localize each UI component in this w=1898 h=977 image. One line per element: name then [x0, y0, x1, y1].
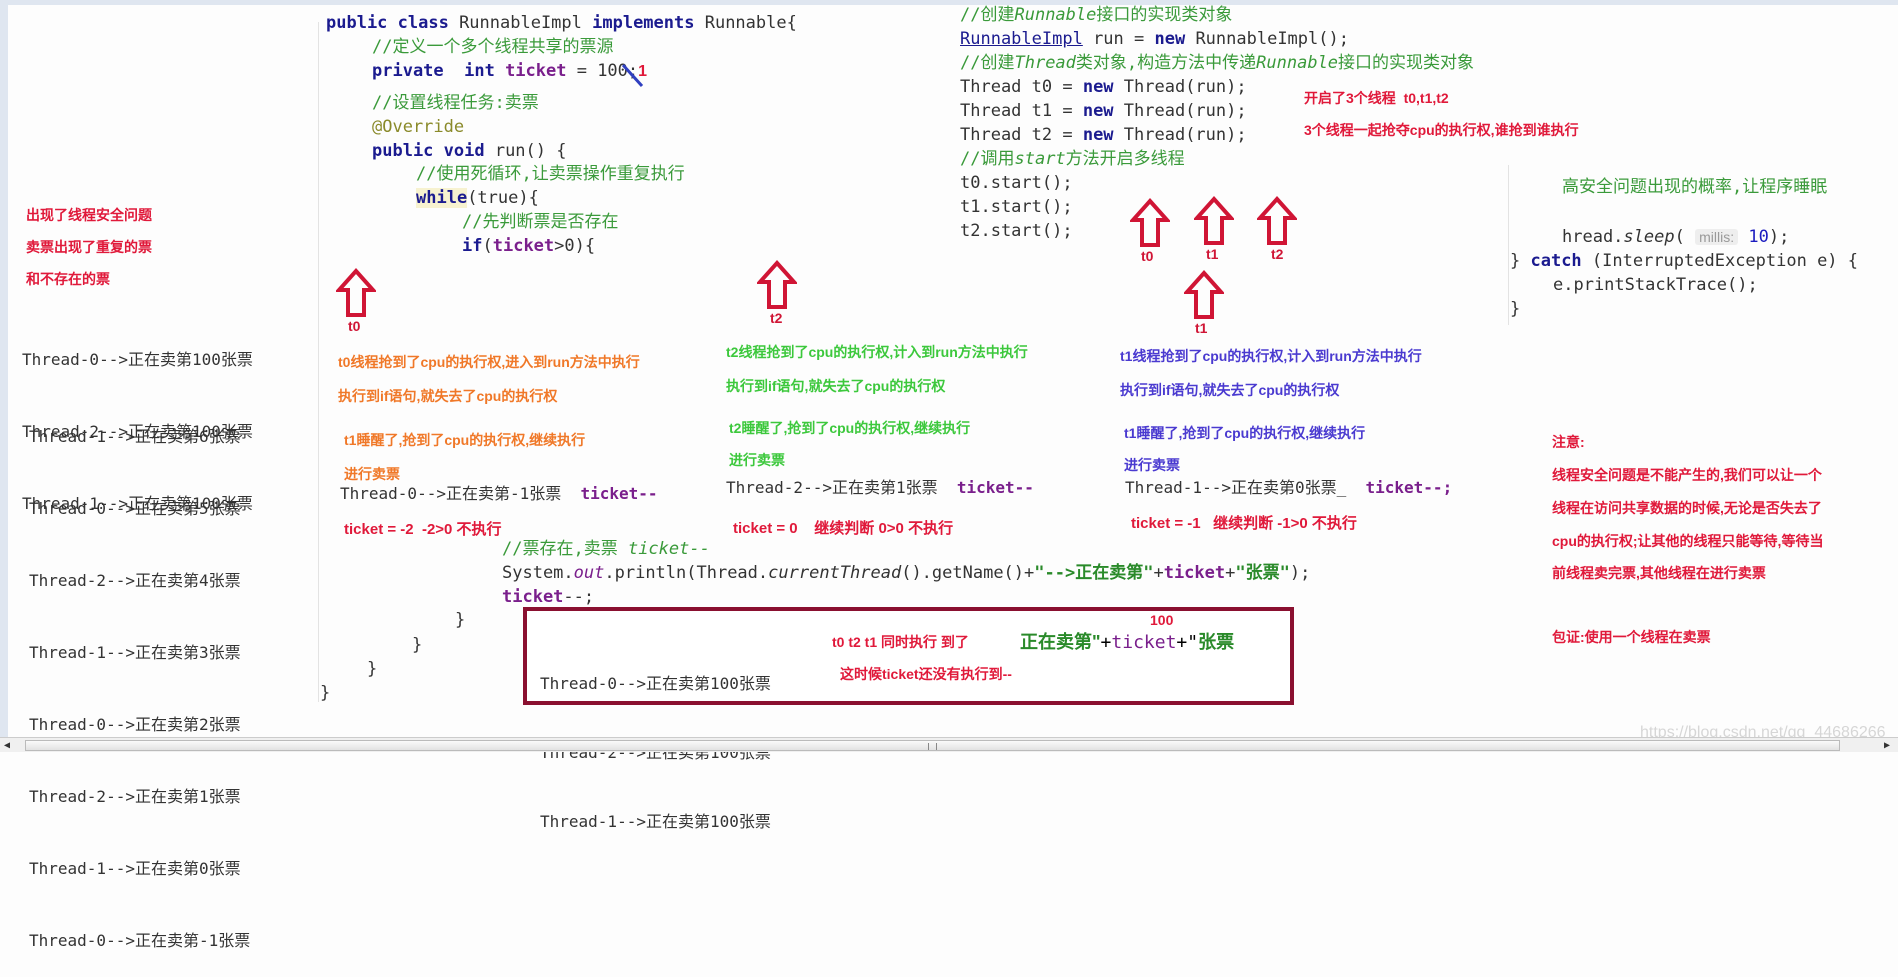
arrow-label-t0-col: t0 [348, 318, 361, 334]
code-comment: 高安全问题出现的概率,让程序睡眠 [1562, 177, 1828, 197]
code-comment: //定义一个多个线程共享的票源 [372, 37, 614, 57]
code-run-method: public void run() { [372, 141, 567, 161]
window-frame-top [0, 0, 1898, 5]
console-line: Thread-1-->正在卖第3张票 [29, 643, 241, 662]
t0-output: Thread-0-->正在卖第-1张票 ticket-- [340, 484, 658, 503]
code-start: t2.start(); [960, 221, 1073, 241]
problem-note-2: 卖票出现了重复的票 [26, 239, 152, 255]
code-println: System.out.println(Thread.currentThread(… [502, 563, 1311, 583]
t1-note-line4: 进行卖票 [1124, 457, 1180, 473]
t0-result: ticket = -2 -2>0 不执行 [344, 521, 502, 538]
t0-note-line1: t0线程抢到了cpu的执行权,进入到run方法中执行 [338, 354, 640, 370]
t1-output: Thread-1-->正在卖第0张票_ ticket--; [1125, 478, 1453, 497]
code-close-brace: } [1510, 299, 1521, 319]
code-thread-decl: Thread t2 = new Thread(run); [960, 125, 1247, 145]
t2-note-line2: 执行到if语句,就失去了cpu的执行权 [726, 378, 946, 394]
arrow-label-t1-lower: t1 [1195, 320, 1208, 336]
code-decrement: ticket--; [502, 587, 595, 607]
note-compete-cpu: 3个线程一起抢夺cpu的执行权,谁抢到谁执行 [1304, 122, 1579, 138]
param-hint: millis: [1695, 229, 1739, 245]
code-close-brace: } [455, 610, 466, 630]
code-start: t1.start(); [960, 197, 1073, 217]
scroll-left-icon[interactable]: ◀ [4, 740, 10, 751]
console-output-bottom: Thread-1-->正在卖第6张票 Thread-0-->正在卖第5张票 Th… [29, 377, 250, 977]
window-frame-left [0, 0, 8, 751]
code-close-brace: } [412, 635, 423, 655]
code-comment: //创建Thread类对象,构造方法中传递Runnable接口的实现类对象 [960, 53, 1475, 73]
code-comment: //设置线程任务:卖票 [372, 93, 539, 113]
warning-title: 注意: [1552, 434, 1585, 450]
code-sleep: hread.sleep( millis: 10); [1562, 227, 1790, 247]
code-print-stack: e.printStackTrace(); [1553, 275, 1758, 295]
code-if: if(ticket>0){ [462, 236, 596, 256]
t2-output: Thread-2-->正在卖第1张票 ticket-- [726, 478, 1034, 497]
warning-line: 前线程卖完票,其他线程在进行卖票 [1552, 565, 1766, 581]
warning-line: 线程在访问共享数据的时候,无论是否失去了 [1552, 500, 1822, 516]
t0-note-line3: t1睡醒了,抢到了cpu的执行权,继续执行 [344, 432, 586, 448]
t1-note-line3: t1睡醒了,抢到了cpu的执行权,继续执行 [1124, 425, 1366, 441]
console-line: Thread-0-->正在卖第100张票 [22, 350, 253, 369]
warning-guarantee: 包证:使用一个线程在卖票 [1552, 629, 1711, 645]
problem-note-3: 和不存在的票 [26, 271, 110, 287]
boxed-simul-note: t0 t2 t1 同时执行 到了 [832, 634, 969, 650]
t2-note-line3: t2睡醒了,抢到了cpu的执行权,继续执行 [729, 420, 971, 436]
up-arrow-icon [757, 260, 797, 309]
arrow-label-t2-col: t2 [770, 310, 783, 326]
console-line: Thread-2-->正在卖第4张票 [29, 571, 241, 590]
up-arrow-icon [1130, 198, 1170, 247]
t0-note-line4: 进行卖票 [344, 466, 400, 482]
arrow-label-t2: t2 [1271, 246, 1284, 262]
up-arrow-icon [336, 268, 376, 317]
code-catch: } catch (InterruptedException e) { [1510, 251, 1859, 271]
code-comment: //创建Runnable接口的实现类对象 [960, 5, 1233, 25]
boxed-not-yet-note: 这时候ticket还没有执行到-- [840, 666, 1012, 682]
t1-result: ticket = -1 继续判断 -1>0 不执行 [1131, 515, 1357, 532]
code-close-brace: } [320, 683, 331, 703]
console-line: Thread-0-->正在卖第-1张票 [29, 931, 251, 950]
scroll-right-icon[interactable]: ▶ [1884, 740, 1890, 751]
arrow-label-t1: t1 [1206, 246, 1219, 262]
editor-gutter-line [318, 22, 319, 702]
console-line: Thread-1-->正在卖第6张票 [29, 427, 241, 446]
code-impl-decl: RunnableImpl run = new RunnableImpl(); [960, 29, 1349, 49]
editor-gutter-line [1508, 165, 1509, 325]
problem-note-1: 出现了线程安全问题 [26, 207, 152, 223]
t2-result: ticket = 0 继续判断 0>0 不执行 [733, 520, 954, 537]
t1-note-line2: 执行到if语句,就失去了cpu的执行权 [1120, 382, 1340, 398]
code-comment-sell: //票存在,卖票 ticket-- [502, 539, 710, 559]
code-field-ticket: private int ticket = 100;1 [372, 61, 648, 81]
code-comment: //先判断票是否存在 [462, 212, 619, 232]
boxed-value-mark: 100 [1150, 612, 1174, 628]
code-annotation: @Override [372, 117, 465, 137]
scrollbar-grip-icon [928, 743, 937, 750]
console-line: Thread-1-->正在卖第100张票 [540, 812, 771, 831]
console-line: Thread-0-->正在卖第2张票 [29, 715, 241, 734]
code-class-decl: public class RunnableImpl implements Run… [326, 13, 797, 33]
up-arrow-icon [1184, 270, 1224, 319]
t2-note-line4: 进行卖票 [729, 452, 785, 468]
code-comment: //使用死循环,让卖票操作重复执行 [416, 164, 685, 184]
warning-line: 线程安全问题是不能产生的,我们可以让一个 [1552, 467, 1822, 483]
pen-strike-mark [621, 63, 644, 88]
up-arrow-icon [1257, 196, 1297, 245]
boxed-expression: 正在卖第"+ticket+"张票 [1020, 632, 1235, 653]
code-comment: //调用start方法开启多线程 [960, 149, 1185, 169]
console-line: Thread-2-->正在卖第1张票 [29, 787, 241, 806]
t1-note-line1: t1线程抢到了cpu的执行权,计入到run方法中执行 [1120, 348, 1422, 364]
code-while: while(true){ [416, 188, 539, 208]
note-start-threads: 开启了3个线程 t0,t1,t2 [1304, 90, 1449, 106]
code-thread-decl: Thread t0 = new Thread(run); [960, 77, 1247, 97]
arrow-label-t0: t0 [1141, 248, 1154, 264]
up-arrow-icon [1194, 196, 1234, 245]
warning-line: cpu的执行权;让其他的线程只能等待,等待当 [1552, 533, 1824, 549]
console-line: Thread-0-->正在卖第5张票 [29, 499, 241, 518]
code-start: t0.start(); [960, 173, 1073, 193]
console-line: Thread-0-->正在卖第100张票 [540, 674, 771, 693]
t2-note-line1: t2线程抢到了cpu的执行权,计入到run方法中执行 [726, 344, 1028, 360]
console-line: Thread-1-->正在卖第0张票 [29, 859, 241, 878]
code-close-brace: } [367, 659, 378, 679]
t0-note-line2: 执行到if语句,就失去了cpu的执行权 [338, 388, 558, 404]
code-thread-decl: Thread t1 = new Thread(run); [960, 101, 1247, 121]
